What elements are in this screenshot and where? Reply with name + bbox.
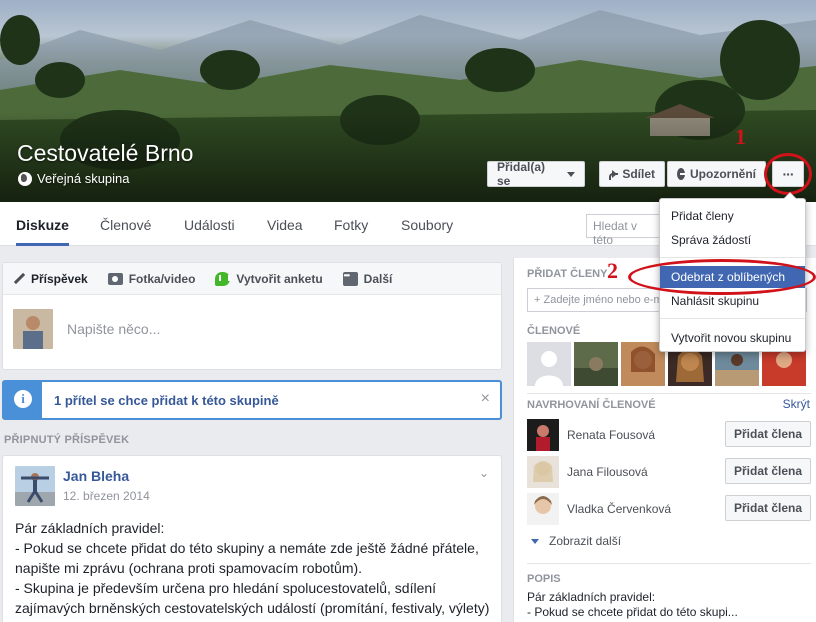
member-thumbnail[interactable] [574, 342, 618, 386]
share-icon [609, 169, 619, 180]
share-button-label: Sdílet [622, 167, 655, 181]
menu-item-add-members[interactable]: Přidat členy [660, 205, 805, 227]
suggested-member-name[interactable]: Vladka Červenková [567, 502, 671, 516]
add-member-button[interactable]: Přidat člena [725, 421, 811, 447]
composer-input[interactable]: Napište něco... [67, 321, 160, 337]
group-search-input[interactable]: Hledat v této [586, 214, 666, 247]
suggested-member-row: Renata Fousová Přidat člena [527, 419, 811, 451]
pinned-post-label: PŘIPNUTÝ PŘÍSPĚVEK [4, 434, 130, 446]
divider [527, 393, 811, 394]
tab-events[interactable]: Události [184, 202, 235, 246]
notifications-button[interactable]: Upozornění [667, 161, 766, 187]
joined-button-label: Přidal(a) se [497, 160, 546, 188]
composer-tab-poll[interactable]: Vytvořit anketu [215, 271, 323, 286]
description-line: - Pokud se chcete přidat do této skupi..… [527, 605, 738, 619]
description-label: POPIS [527, 573, 561, 585]
tab-files[interactable]: Soubory [401, 202, 453, 246]
joined-button[interactable]: Přidal(a) se [487, 160, 585, 188]
divider [527, 563, 811, 564]
notifications-button-label: Upozornění [690, 167, 756, 181]
post-options-chevron-icon[interactable]: ⌄ [479, 466, 489, 480]
share-button[interactable]: Sdílet [599, 161, 665, 187]
menu-divider [660, 318, 805, 319]
description-line: Pár základních pravidel: [527, 590, 656, 604]
add-members-label: PŘIDAT ČLENY [527, 268, 608, 280]
suggested-member-avatar[interactable] [527, 493, 559, 525]
join-request-notice[interactable]: i 1 přítel se chce přidat k této skupině… [2, 380, 502, 420]
post-composer: Příspěvek Fotka/video Vytvořit anketu Da… [2, 262, 502, 370]
annotation-marker-2: 2 [607, 258, 618, 283]
suggested-member-avatar[interactable] [527, 456, 559, 488]
composer-tab-photo-label: Fotka/video [128, 271, 196, 286]
member-thumbnail[interactable] [527, 342, 571, 386]
tab-members[interactable]: Členové [100, 202, 151, 246]
post-author-name[interactable]: Jan Bleha [63, 468, 129, 484]
menu-pointer [783, 192, 797, 199]
chevron-down-icon [567, 171, 575, 177]
suggested-member-name[interactable]: Jana Filousová [567, 465, 648, 479]
composer-tab-poll-label: Vytvořit anketu [236, 271, 323, 286]
annotation-ring-menu-item [628, 259, 816, 295]
suggested-members-label: NAVRHOVANÍ ČLENOVÉ [527, 399, 656, 411]
hide-suggestions-link[interactable]: Skrýt [783, 397, 810, 411]
chevron-down-icon [531, 538, 539, 544]
globe-icon [18, 171, 32, 186]
join-request-text[interactable]: 1 přítel se chce přidat k této skupině [54, 393, 279, 408]
poll-icon [215, 271, 231, 286]
camera-icon [107, 272, 123, 285]
post-body: Pár základních pravidel: - Pokud se chce… [15, 520, 490, 622]
composer-tab-post-label: Příspěvek [31, 271, 88, 286]
add-member-button[interactable]: Přidat člena [725, 458, 811, 484]
show-more-label: Zobrazit další [549, 534, 622, 548]
annotation-marker-1: 1 [735, 124, 746, 149]
composer-tab-photo[interactable]: Fotka/video [107, 271, 196, 286]
menu-item-manage-requests[interactable]: Správa žádostí [660, 229, 805, 251]
composer-tab-more[interactable]: Další [342, 271, 393, 286]
suggested-member-name[interactable]: Renata Fousová [567, 428, 655, 442]
info-icon: i [4, 382, 42, 418]
group-title[interactable]: Cestovatelé Brno [17, 140, 193, 167]
user-avatar [13, 309, 53, 349]
show-more-link[interactable]: Zobrazit další [531, 534, 621, 548]
suggested-member-row: Vladka Červenková Přidat člena [527, 493, 811, 525]
pinned-post: Jan Bleha 12. březen 2014 ⌄ Pár základní… [2, 455, 502, 622]
composer-tab-post[interactable]: Příspěvek [13, 272, 88, 286]
tab-discussion[interactable]: Diskuze [16, 202, 69, 246]
more-icon [342, 271, 358, 286]
menu-divider [660, 257, 805, 258]
tab-videos[interactable]: Videa [267, 202, 303, 246]
group-privacy: Veřejná skupina [18, 171, 130, 186]
composer-tab-more-label: Další [363, 271, 393, 286]
suggested-member-row: Jana Filousová Přidat člena [527, 456, 811, 488]
members-label: ČLENOVÉ [527, 325, 581, 337]
description-text: Pár základních pravidel: - Pokud se chce… [527, 590, 738, 620]
annotation-ring-more [764, 153, 812, 195]
menu-item-create-group[interactable]: Vytvořit novou skupinu [660, 327, 805, 349]
notifications-icon [677, 168, 686, 180]
suggested-member-avatar[interactable] [527, 419, 559, 451]
composer-tabs: Příspěvek Fotka/video Vytvořit anketu Da… [3, 263, 501, 295]
post-date[interactable]: 12. březen 2014 [63, 489, 150, 503]
group-privacy-label: Veřejná skupina [37, 171, 130, 186]
tab-photos[interactable]: Fotky [334, 202, 368, 246]
add-member-button[interactable]: Přidat člena [725, 495, 811, 521]
pencil-icon [13, 273, 25, 285]
close-icon[interactable]: × [481, 390, 490, 408]
post-author-avatar[interactable] [15, 466, 55, 506]
